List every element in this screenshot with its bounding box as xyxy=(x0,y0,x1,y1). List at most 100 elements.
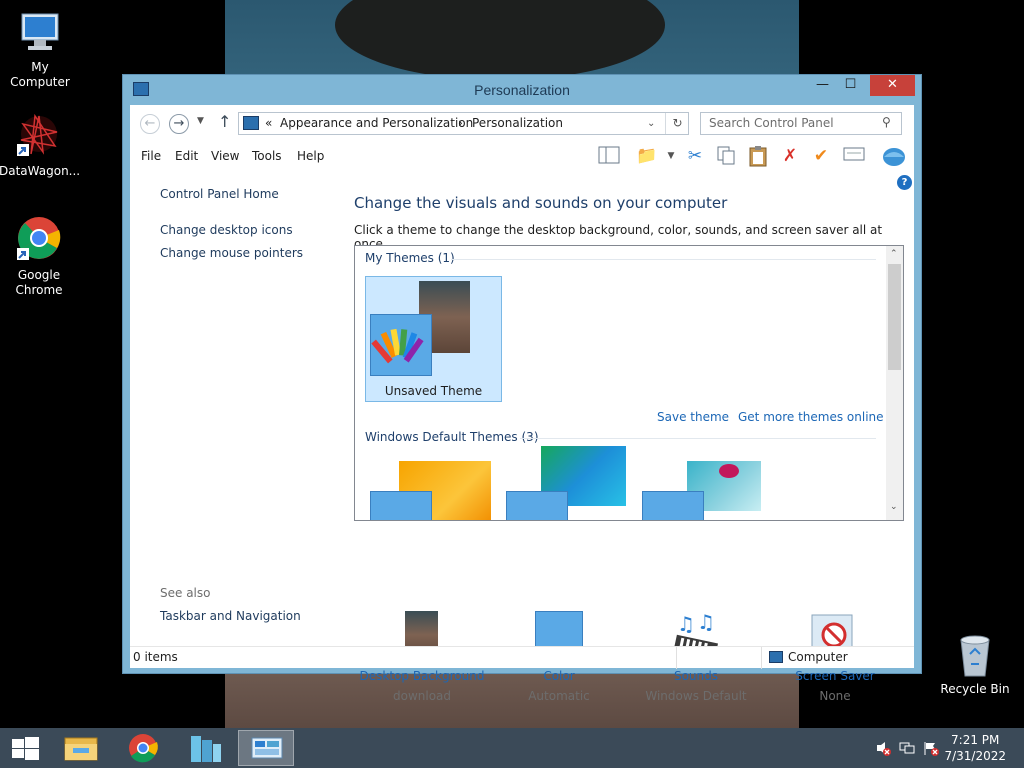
title-bar[interactable]: Personalization — ☐ ✕ xyxy=(123,75,921,105)
checkmark-icon[interactable]: ✔ xyxy=(809,145,833,167)
get-more-themes-link[interactable]: Get more themes online xyxy=(738,410,884,424)
address-dropdown-icon[interactable]: ⌄ xyxy=(647,113,655,134)
building-icon xyxy=(191,736,221,762)
sounds-label[interactable]: Sounds xyxy=(631,669,761,683)
layout-icon[interactable] xyxy=(597,145,621,167)
search-input[interactable]: Search Control Panel xyxy=(700,112,902,135)
recent-locations-dropdown-icon[interactable]: ▼ xyxy=(197,116,204,126)
clock-time: 7:21 PM xyxy=(951,733,1000,747)
action-center-icon[interactable] xyxy=(923,740,939,759)
desktop-icon-label: Recycle Bin xyxy=(940,682,1010,696)
theme-flowers[interactable] xyxy=(642,446,764,520)
color-palette-icon xyxy=(642,491,704,520)
scroll-down-icon[interactable]: ⌄ xyxy=(890,502,898,512)
desktop-icon-label: DataWagon... xyxy=(0,164,81,178)
window-content: ← → ▼ ↑ « Appearance and Personalization… xyxy=(130,105,914,703)
desktop-background-label[interactable]: Desktop Background xyxy=(357,669,487,683)
menu-file[interactable]: File xyxy=(141,149,161,163)
chrome-icon xyxy=(129,734,158,763)
menu-view[interactable]: View xyxy=(211,149,239,163)
page-title: Change the visuals and sounds on your co… xyxy=(354,194,728,212)
start-button[interactable] xyxy=(0,730,56,766)
theme-list-scrollbar[interactable]: ⌃ ⌄ xyxy=(886,246,903,520)
status-bar: 0 items Computer xyxy=(130,646,914,669)
computer-small-icon xyxy=(769,651,783,663)
desktop-icon-label: Google Chrome xyxy=(15,268,63,297)
chrome-icon xyxy=(15,216,63,264)
navigation-bar: ← → ▼ ↑ « Appearance and Personalization… xyxy=(130,105,914,141)
minimize-button[interactable]: — xyxy=(809,75,836,96)
scrollbar-thumb[interactable] xyxy=(888,264,901,370)
taskbar-datawagon[interactable] xyxy=(177,730,233,766)
up-arrow-icon[interactable]: ↑ xyxy=(218,112,231,131)
taskbar-chrome[interactable] xyxy=(115,730,171,766)
taskbar-file-explorer[interactable] xyxy=(53,730,109,766)
theme-name: Unsaved Theme xyxy=(384,384,483,398)
menu-edit[interactable]: Edit xyxy=(175,149,198,163)
color-palette-icon xyxy=(370,491,432,520)
scroll-up-icon[interactable]: ⌃ xyxy=(890,249,898,259)
see-also-heading: See also xyxy=(160,586,211,600)
paste-icon[interactable] xyxy=(746,145,770,167)
globe-icon[interactable] xyxy=(882,145,906,167)
delete-icon[interactable]: ✗ xyxy=(778,145,802,167)
taskbar-control-panel[interactable] xyxy=(238,730,294,766)
breadcrumb-overflow[interactable]: « xyxy=(265,113,272,134)
back-button[interactable]: ← xyxy=(140,114,160,134)
theme-unsaved[interactable]: Unsaved Theme xyxy=(365,276,502,402)
color-label[interactable]: Color xyxy=(494,669,624,683)
breadcrumb-appearance[interactable]: Appearance and Personalization xyxy=(280,113,473,134)
copy-icon[interactable] xyxy=(714,145,738,167)
sounds-value: Windows Default xyxy=(645,689,747,703)
system-clock[interactable]: 7:21 PM 7/31/2022 xyxy=(944,732,1006,764)
theme-list: My Themes (1) Unsaved Theme Save theme G… xyxy=(354,245,904,521)
group-my-themes[interactable]: My Themes (1) xyxy=(365,251,455,265)
volume-muted-icon[interactable] xyxy=(875,740,891,759)
recycle-bin-icon xyxy=(951,630,999,678)
desktop-icon-my-computer[interactable]: My Computer xyxy=(0,8,80,90)
sidebar-control-panel-home[interactable]: Control Panel Home xyxy=(160,187,279,201)
screen-saver-value: None xyxy=(819,689,851,703)
desktop-icon-recycle-bin[interactable]: Recycle Bin xyxy=(935,630,1015,697)
search-icon[interactable]: ⚲ xyxy=(882,115,891,129)
cut-icon[interactable]: ✂ xyxy=(683,145,707,167)
help-icon[interactable]: ? xyxy=(897,175,912,190)
item-count: 0 items xyxy=(133,650,178,664)
desktop-icon-datawagon[interactable]: DataWagon... xyxy=(0,112,81,179)
breadcrumb-separator[interactable]: › xyxy=(458,113,463,134)
menu-tools[interactable]: Tools xyxy=(252,149,282,163)
maximize-button[interactable]: ☐ xyxy=(837,75,864,96)
personalization-window: Personalization — ☐ ✕ ← → ▼ ↑ « Appearan… xyxy=(122,74,922,703)
menu-help[interactable]: Help xyxy=(297,149,324,163)
desktop-icon-chrome[interactable]: Google Chrome xyxy=(0,216,79,298)
screen-saver-label[interactable]: Screen Saver xyxy=(770,669,900,683)
clock-date: 7/31/2022 xyxy=(944,749,1006,763)
control-panel-small-icon xyxy=(243,116,259,130)
network-icon[interactable] xyxy=(899,740,915,759)
properties-icon[interactable] xyxy=(842,145,866,167)
location-zone: Computer xyxy=(788,650,848,664)
color-palette-icon xyxy=(370,314,432,376)
breadcrumb-personalization[interactable]: Personalization xyxy=(472,113,563,134)
toolbar-dropdown-icon[interactable]: ▼ xyxy=(659,145,683,167)
close-button[interactable]: ✕ xyxy=(870,75,915,96)
sidebar-change-desktop-icons[interactable]: Change desktop icons xyxy=(160,223,293,237)
svg-text:♫: ♫ xyxy=(697,611,715,634)
svg-text:♫: ♫ xyxy=(677,612,695,636)
save-theme-link[interactable]: Save theme xyxy=(657,410,729,424)
datawagon-icon xyxy=(15,112,63,160)
refresh-icon[interactable]: ↻ xyxy=(665,113,689,134)
window-title: Personalization xyxy=(474,82,570,98)
taskbar: 7:21 PM 7/31/2022 xyxy=(0,728,1024,768)
windows-logo-icon xyxy=(12,737,39,760)
theme-lines-and-colors[interactable] xyxy=(506,446,628,520)
file-explorer-icon xyxy=(64,737,98,761)
address-bar[interactable]: « Appearance and Personalization › Perso… xyxy=(238,112,689,135)
sidebar-taskbar-navigation[interactable]: Taskbar and Navigation xyxy=(160,609,301,623)
sidebar-change-mouse-pointers[interactable]: Change mouse pointers xyxy=(160,246,303,260)
color-value: Automatic xyxy=(528,689,590,703)
folder-check-icon[interactable]: 📁 xyxy=(635,145,659,167)
group-windows-default-themes[interactable]: Windows Default Themes (3) xyxy=(365,430,539,444)
forward-button[interactable]: → xyxy=(169,114,189,134)
theme-windows[interactable] xyxy=(370,461,492,520)
